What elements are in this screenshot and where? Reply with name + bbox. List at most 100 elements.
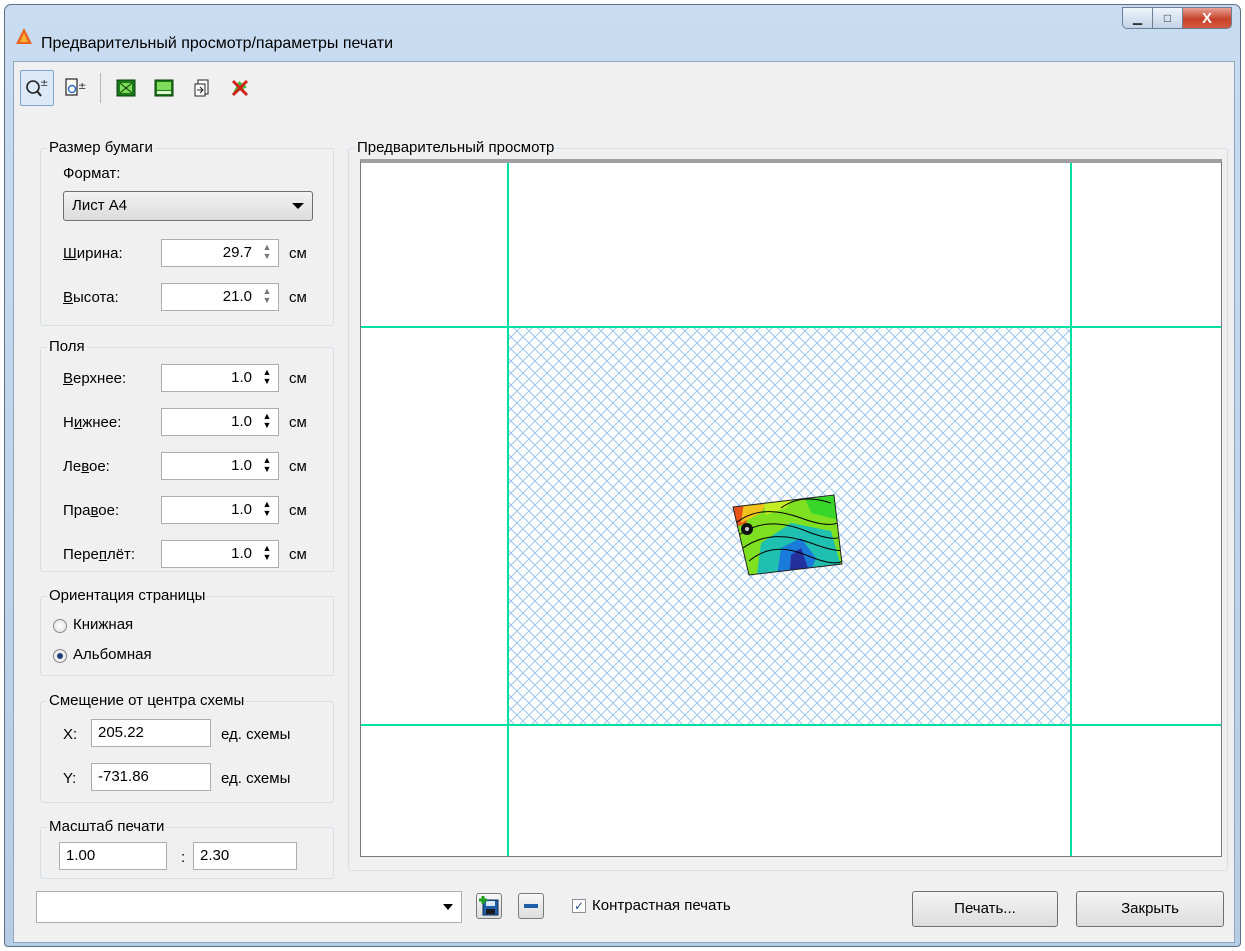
format-select-value: Лист А4 [72,197,128,214]
margin-top-value: 1.0 [231,369,252,386]
remove-settings-button[interactable] [518,893,544,919]
portrait-label[interactable]: Книжная [73,616,133,633]
minimize-icon: ▁ [1132,11,1143,25]
scale-left-input[interactable]: 1.00 [59,842,167,870]
spinner-arrows-icon[interactable]: ▲ ▼ [260,243,274,263]
margin-binding-unit: см [289,546,307,563]
close-window-button[interactable]: X [1182,7,1232,29]
margins-group: Поля Верхнее: 1.0 ▲ ▼ см Нижнее: 1.0 ▲ ▼ с… [40,338,334,572]
chevron-down-icon[interactable] [443,904,453,910]
grid-layout-icon [154,79,174,97]
margin-binding-spinner[interactable]: 1.0 ▲ ▼ [161,540,279,568]
height-unit: см [289,289,307,306]
margin-top-spinner[interactable]: 1.0 ▲ ▼ [161,364,279,392]
margin-binding-label: Переплёт: [63,546,136,563]
margin-left-spinner[interactable]: 1.0 ▲ ▼ [161,452,279,480]
maximize-button[interactable]: □ [1152,7,1182,29]
spinner-arrows-icon[interactable]: ▲ ▼ [260,412,274,432]
print-scale-group: Масштаб печати 1.00 : 2.30 [40,818,334,879]
height-spinner[interactable]: 21.0 ▲ ▼ [161,283,279,311]
fit-page-icon [116,79,136,97]
window-title: Предварительный просмотр/параметры печат… [41,35,393,52]
maximize-icon: □ [1163,11,1172,25]
zoom-in-out-icon: ± [26,78,48,97]
close-icon: X [1201,9,1212,27]
margin-bottom-spinner[interactable]: 1.0 ▲ ▼ [161,408,279,436]
landscape-label[interactable]: Альбомная [73,646,152,663]
margin-right-value: 1.0 [231,501,252,518]
spinner-arrows-icon[interactable]: ▲ ▼ [260,456,274,476]
width-label: Ширина: [63,245,123,262]
margin-right-spinner[interactable]: 1.0 ▲ ▼ [161,496,279,524]
margin-binding-value: 1.0 [231,545,252,562]
margin-bottom-value: 1.0 [231,413,252,430]
offset-group-label: Смещение от центра схемы [47,692,247,709]
page-arrow-button[interactable] [185,70,219,106]
margin-bottom-unit: см [289,414,307,431]
page-preview-svg [361,163,1221,856]
grid-layout-button[interactable] [147,70,181,106]
print-preview-window: Предварительный просмотр/параметры печат… [4,4,1241,947]
height-value: 21.0 [222,288,252,305]
dialog-body: ± ± Размер бумаги Формат: Лист А4 Ширина… [13,61,1235,943]
width-label-rest: ирина: [76,245,123,262]
minus-icon [524,904,538,908]
preview-group-label: Предварительный просмотр [355,139,557,156]
format-select[interactable]: Лист А4 [63,191,313,221]
fit-page-button[interactable] [109,70,143,106]
spinner-arrows-icon[interactable]: ▲ ▼ [260,287,274,307]
orientation-group: Ориентация страницы Книжная Альбомная [40,587,334,676]
chevron-down-icon [292,203,304,209]
minimize-button[interactable]: ▁ [1122,7,1152,29]
offset-group: Смещение от центра схемы X: 205.22 ед. с… [40,692,334,803]
page-zoom-icon: ± [65,78,86,96]
margin-left-value: 1.0 [231,457,252,474]
width-value: 29.7 [222,244,252,261]
offset-y-label: Y: [63,770,77,787]
orientation-group-label: Ориентация страницы [47,587,208,604]
preview-canvas[interactable] [360,159,1222,857]
zoom-in-out-button[interactable]: ± [20,70,54,106]
offset-x-unit: ед. схемы [221,726,291,743]
remove-area-icon [231,79,249,97]
portrait-radio[interactable] [53,619,67,633]
offset-x-input[interactable]: 205.22 [91,719,211,747]
svg-text:±: ± [78,81,86,92]
window-controls: ▁ □ X [1122,7,1232,29]
page-zoom-button[interactable]: ± [58,70,92,106]
spinner-arrows-icon[interactable]: ▲ ▼ [260,500,274,520]
print-button[interactable]: Печать... [912,891,1058,927]
margin-top-unit: см [289,370,307,387]
save-plus-icon [479,896,499,916]
contrast-print-label[interactable]: Контрастная печать [592,897,731,914]
toolbar-separator [100,73,101,103]
scale-right-input[interactable]: 2.30 [193,842,297,870]
margins-group-label: Поля [47,338,87,355]
margin-right-unit: см [289,502,307,519]
width-spinner[interactable]: 29.7 ▲ ▼ [161,239,279,267]
format-label: Формат: [63,165,121,182]
toolbar: ± ± [20,68,261,108]
spinner-arrows-icon[interactable]: ▲ ▼ [260,544,274,564]
margin-top-label: Верхнее: [63,370,127,387]
spinner-arrows-icon[interactable]: ▲ ▼ [260,368,274,388]
scale-separator: : [181,849,186,866]
margin-bottom-label: Нижнее: [63,414,122,431]
offset-y-input[interactable]: -731.86 [91,763,211,791]
printer-combo[interactable] [36,891,462,923]
paper-size-group: Размер бумаги Формат: Лист А4 Ширина: 29… [40,139,334,326]
paper-size-group-label: Размер бумаги [47,139,155,156]
margin-left-unit: см [289,458,307,475]
offset-y-unit: ед. схемы [221,770,291,787]
landscape-radio[interactable] [53,649,67,663]
title-bar[interactable]: Предварительный просмотр/параметры печат… [5,5,1240,61]
margin-left-label: Левое: [63,458,110,475]
checkmark-icon: ✓ [573,899,585,913]
contrast-print-checkbox[interactable]: ✓ [572,899,586,913]
close-button[interactable]: Закрыть [1076,891,1224,927]
height-label: Высота: [63,289,119,306]
remove-area-button[interactable] [223,70,257,106]
offset-x-label: X: [63,726,78,743]
save-settings-button[interactable] [476,893,502,919]
width-unit: см [289,245,307,262]
